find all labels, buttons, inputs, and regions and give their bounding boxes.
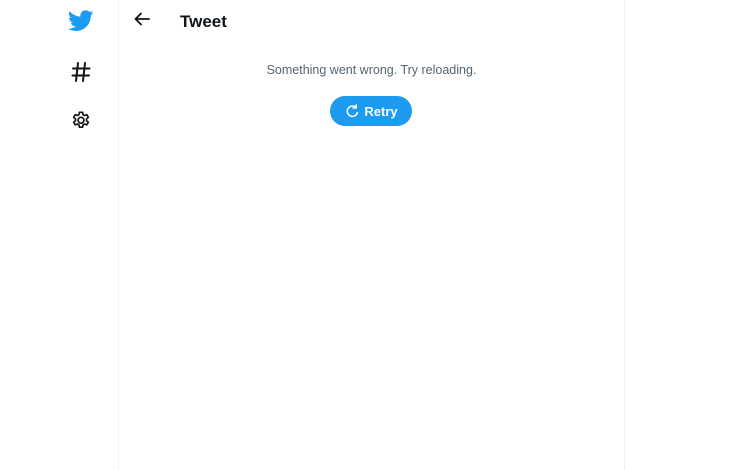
explore-link[interactable] bbox=[64, 57, 98, 91]
settings-link[interactable] bbox=[64, 106, 98, 140]
page-header: Tweet bbox=[119, 0, 624, 46]
arrow-left-icon bbox=[134, 12, 150, 31]
gear-icon bbox=[70, 110, 92, 137]
sidebar-nav bbox=[0, 0, 118, 470]
twitter-logo-link[interactable] bbox=[64, 6, 98, 40]
retry-button[interactable]: Retry bbox=[330, 96, 412, 126]
hashtag-icon bbox=[70, 61, 92, 88]
main-column: Tweet Something went wrong. Try reloadin… bbox=[119, 0, 624, 470]
retry-label: Retry bbox=[364, 103, 398, 119]
app-window: Tweet Something went wrong. Try reloadin… bbox=[0, 0, 740, 470]
back-button[interactable] bbox=[127, 6, 157, 36]
page-title: Tweet bbox=[180, 12, 227, 31]
twitter-bird-icon bbox=[67, 9, 94, 37]
refresh-icon bbox=[344, 103, 360, 119]
error-message: Something went wrong. Try reloading. bbox=[266, 63, 477, 77]
main-column-divider bbox=[624, 0, 625, 470]
